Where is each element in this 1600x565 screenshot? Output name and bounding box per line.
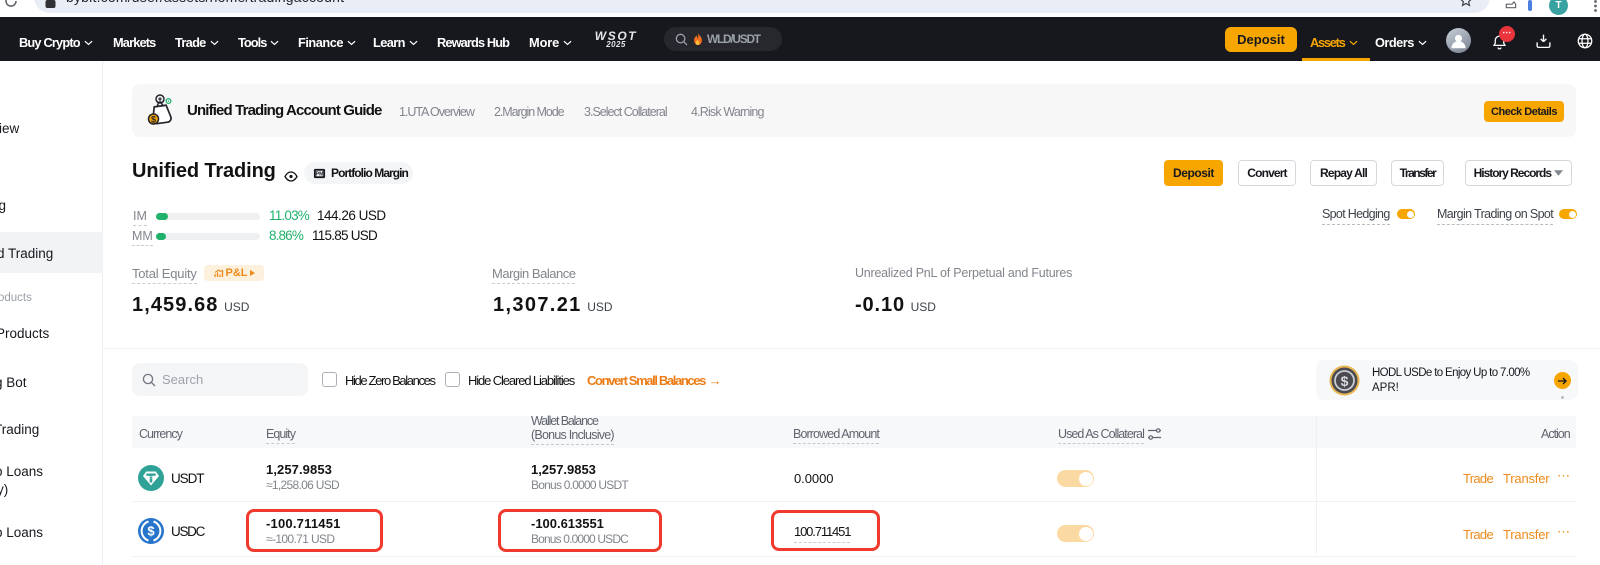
svg-text:$: $ [151,115,156,125]
svg-text:$: $ [1341,373,1349,389]
svg-text:PM: PM [316,171,324,177]
svg-text:$: $ [147,524,155,539]
